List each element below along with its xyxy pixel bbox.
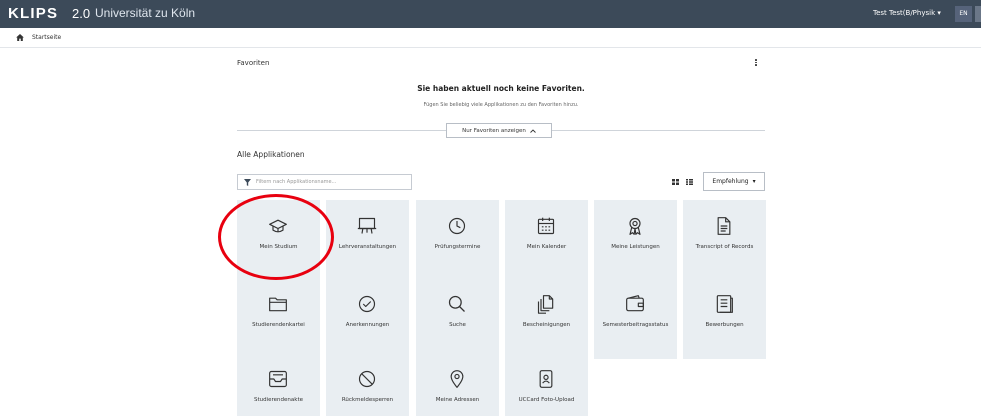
favorites-empty-hint: Fügen Sie beliebig viele Applikationen z… bbox=[423, 102, 579, 108]
application-list-icon bbox=[716, 295, 733, 313]
brand-version: 2.0 bbox=[72, 6, 91, 21]
breadcrumb: Startseite bbox=[16, 32, 61, 42]
caret-down-icon: ▾ bbox=[937, 9, 941, 17]
calendar-icon bbox=[537, 217, 555, 235]
app-tile-studierendenkartei[interactable]: Studierendenkartei bbox=[237, 278, 320, 359]
app-tile-bewerbungen[interactable]: Bewerbungen bbox=[683, 278, 766, 359]
app-tile-meine-adressen[interactable]: Meine Adressen bbox=[416, 353, 499, 416]
app-tile-pruefungstermine[interactable]: Prüfungstermine bbox=[416, 200, 499, 281]
tile-label: Lehrveranstaltungen bbox=[338, 244, 397, 250]
university-name: Universität zu Köln bbox=[95, 6, 196, 20]
top-navigation-bar: KLIPS 2.0 Universität zu Köln Test Test(… bbox=[0, 0, 981, 28]
clock-icon bbox=[448, 217, 466, 235]
card-upload-icon bbox=[539, 370, 553, 388]
sort-dropdown[interactable]: Empfehlung ▾ bbox=[703, 172, 765, 191]
block-icon bbox=[358, 370, 376, 388]
tile-label: Meine Leistungen bbox=[611, 244, 660, 250]
location-pin-icon bbox=[450, 370, 464, 388]
chevron-up-icon bbox=[530, 128, 536, 133]
language-button[interactable]: EN bbox=[955, 6, 972, 22]
highlight-circle bbox=[218, 194, 334, 280]
check-circle-icon bbox=[358, 295, 376, 313]
favorites-more-icon[interactable] bbox=[753, 58, 759, 68]
favorites-empty-title: Sie haben aktuell noch keine Favoriten. bbox=[417, 84, 585, 93]
student-file-icon bbox=[269, 370, 287, 388]
list-view-icon[interactable] bbox=[686, 179, 693, 185]
tile-label: Transcript of Records bbox=[695, 244, 754, 250]
brand-logo[interactable]: KLIPS bbox=[8, 5, 58, 22]
sort-label: Empfehlung bbox=[712, 178, 749, 185]
home-icon[interactable] bbox=[16, 33, 24, 41]
app-tile-bescheinigungen[interactable]: Bescheinigungen bbox=[505, 278, 588, 359]
app-tile-semesterbeitragsstatus[interactable]: Semesterbeitragsstatus bbox=[594, 278, 677, 359]
app-tile-studierendenakte[interactable]: Studierendenakte bbox=[237, 353, 320, 416]
favorites-only-toggle-button[interactable]: Nur Favoriten anzeigen bbox=[446, 123, 552, 138]
app-tile-anerkennungen[interactable]: Anerkennungen bbox=[326, 278, 409, 359]
user-name: Test Test(B/Physik bbox=[873, 9, 936, 17]
certificates-icon bbox=[537, 295, 554, 314]
filter-icon bbox=[244, 178, 251, 186]
presentation-board-icon bbox=[357, 217, 377, 234]
tile-label: Meine Adressen bbox=[435, 397, 480, 403]
search-icon bbox=[448, 295, 465, 312]
app-tile-meine-leistungen[interactable]: Meine Leistungen bbox=[594, 200, 677, 281]
tile-label: Studierendenakte bbox=[253, 397, 303, 403]
tile-label: Studierendenkartei bbox=[252, 322, 305, 328]
header-extra-button[interactable] bbox=[975, 6, 981, 22]
breadcrumb-divider bbox=[0, 47, 981, 48]
favorites-heading: Favoriten bbox=[237, 59, 270, 67]
breadcrumb-home-link[interactable]: Startseite bbox=[32, 34, 61, 41]
app-filter-field[interactable] bbox=[237, 174, 412, 190]
favorites-divider-left bbox=[237, 130, 446, 131]
all-apps-heading: Alle Applikationen bbox=[237, 150, 305, 159]
app-filter-input[interactable] bbox=[256, 179, 406, 185]
app-tile-mein-kalender[interactable]: Mein Kalender bbox=[505, 200, 588, 281]
award-icon bbox=[629, 217, 641, 235]
app-tile-rueckmeldesperren[interactable]: Rückmeldesperren bbox=[326, 353, 409, 416]
tile-label: UCCard Foto-Upload bbox=[518, 397, 575, 403]
tile-label: Mein Kalender bbox=[526, 244, 567, 250]
favorites-divider-right bbox=[552, 130, 765, 131]
app-tile-lehrveranstaltungen[interactable]: Lehrveranstaltungen bbox=[326, 200, 409, 281]
grid-view-icon[interactable] bbox=[672, 179, 679, 185]
favorites-toggle-label: Nur Favoriten anzeigen bbox=[462, 127, 526, 134]
document-icon bbox=[717, 217, 731, 235]
app-tile-transcript-of-records[interactable]: Transcript of Records bbox=[683, 200, 766, 281]
user-menu-button[interactable]: Test Test(B/Physik ▾ bbox=[873, 9, 941, 17]
wallet-icon bbox=[626, 295, 644, 312]
app-tile-suche[interactable]: Suche bbox=[416, 278, 499, 359]
tile-label: Prüfungstermine bbox=[434, 244, 481, 250]
tile-label: Bewerbungen bbox=[705, 322, 744, 328]
tile-label: Anerkennungen bbox=[345, 322, 390, 328]
folder-icon bbox=[269, 297, 287, 312]
tile-label: Rückmeldesperren bbox=[341, 397, 394, 403]
caret-down-icon: ▾ bbox=[752, 178, 756, 185]
app-tile-uccard-foto-upload[interactable]: UCCard Foto-Upload bbox=[505, 353, 588, 416]
tile-label: Semesterbeitragsstatus bbox=[602, 322, 669, 328]
tile-label: Suche bbox=[449, 322, 466, 328]
tile-label: Bescheinigungen bbox=[522, 322, 571, 328]
